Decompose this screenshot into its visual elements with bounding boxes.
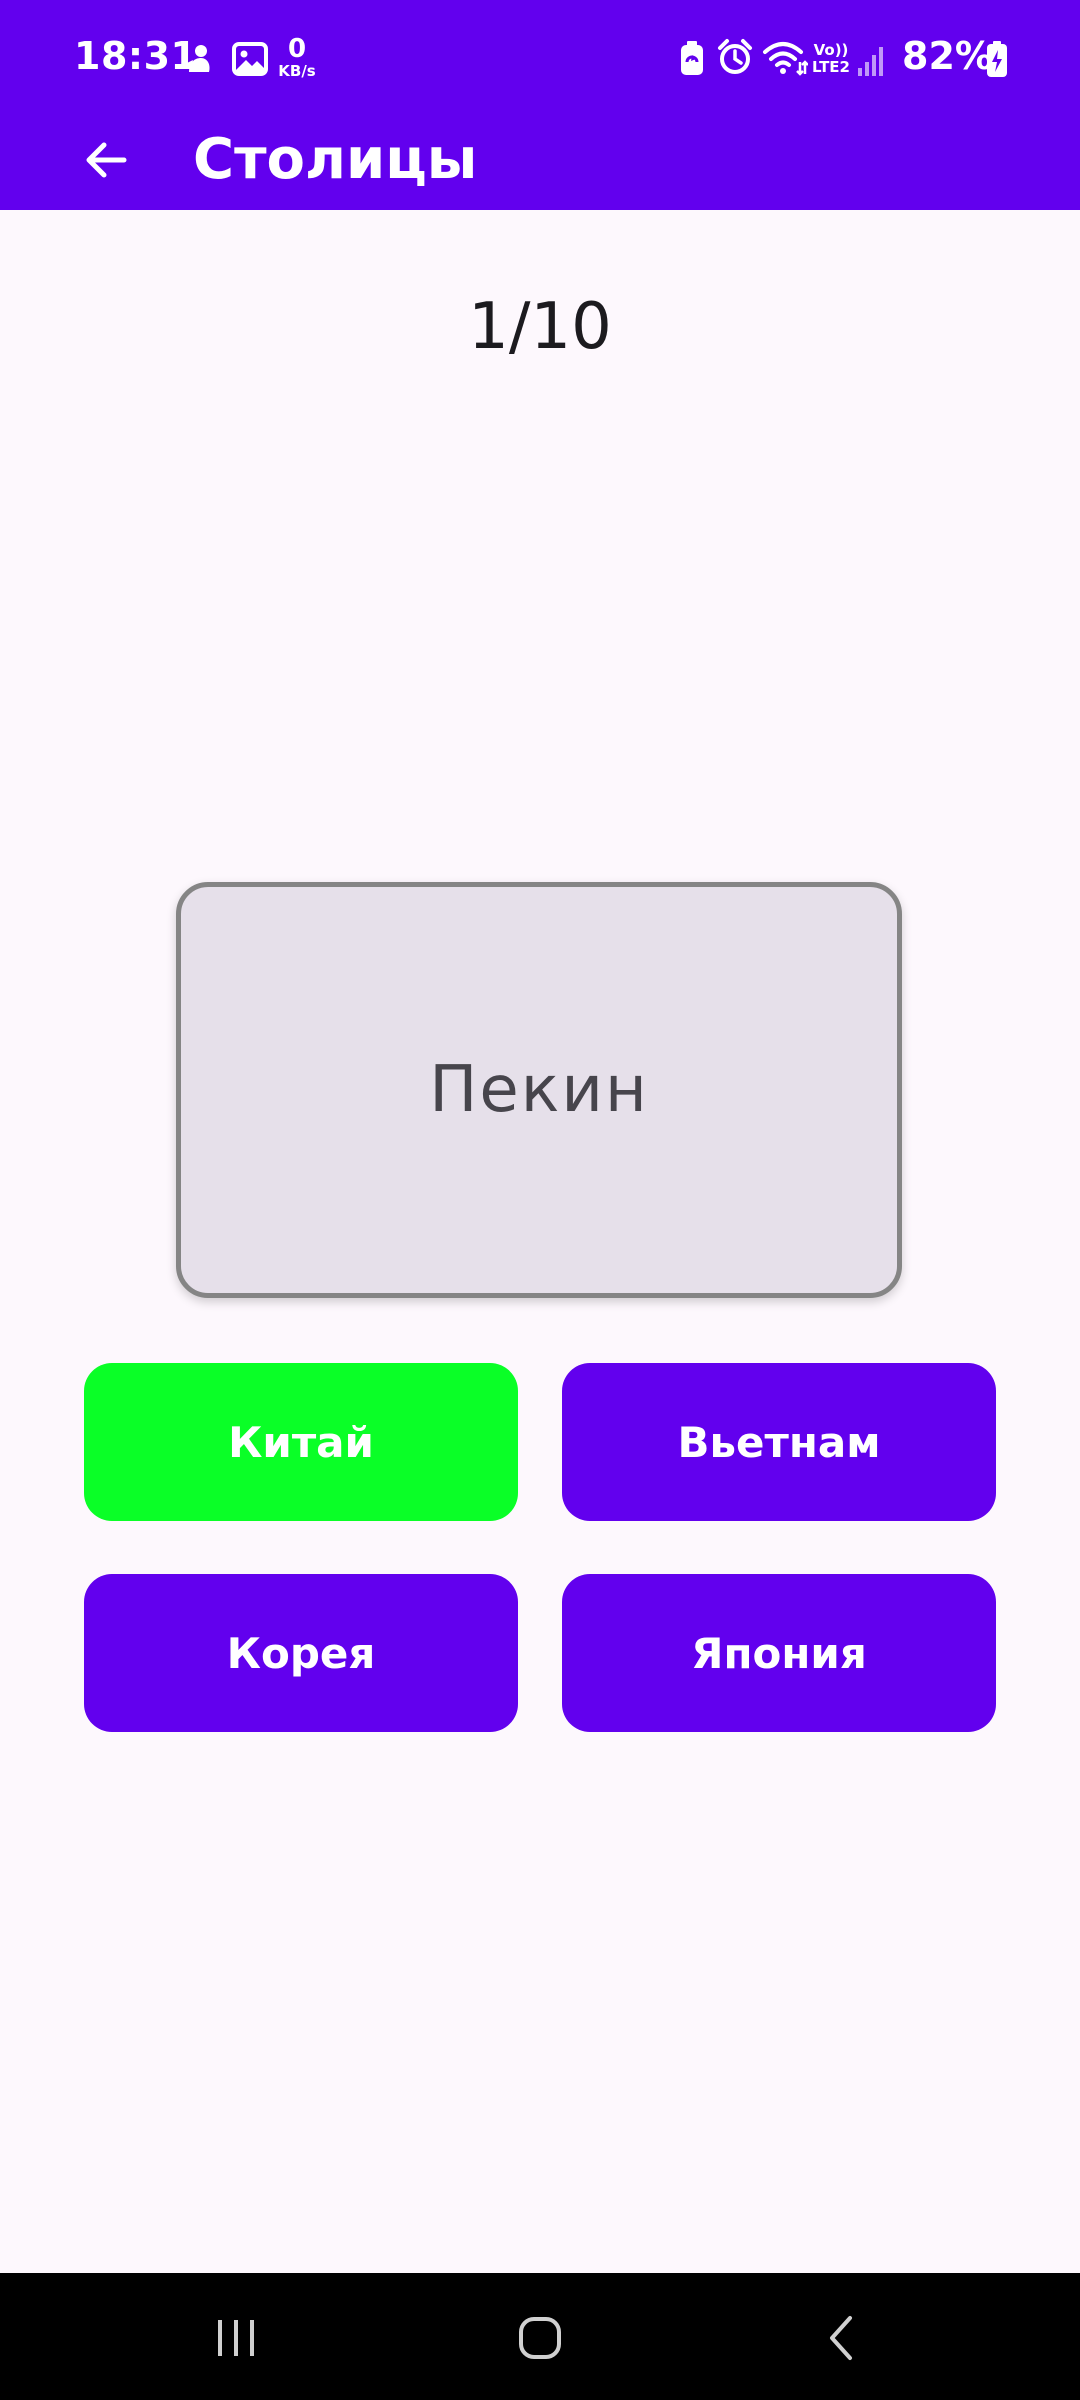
answer-label: Китай [228, 1417, 374, 1467]
question-card: Пекин [176, 882, 902, 1298]
answer-label: Вьетнам [677, 1417, 881, 1467]
alarm-icon [718, 39, 752, 74]
system-nav-bar [0, 2273, 1080, 2400]
quiz-screen: 18:31 0 KB/s Vo)) LTE2 82% Столицы 1/10 … [0, 0, 1080, 2400]
volte-bottom-label: LTE2 [812, 57, 850, 76]
nav-home-button[interactable] [500, 2303, 580, 2373]
question-word: Пекин [429, 1053, 649, 1127]
status-bar: 18:31 0 KB/s Vo)) LTE2 82% [0, 0, 1080, 118]
battery-saver-icon [681, 41, 703, 75]
volte-top-label: Vo)) [813, 41, 849, 59]
answer-button-1[interactable]: Китай [84, 1363, 518, 1521]
answer-button-4[interactable]: Япония [562, 1574, 996, 1732]
arrow-back-icon [86, 142, 127, 178]
page-title: Столицы [193, 127, 478, 192]
gallery-icon [232, 42, 268, 76]
volte-indicator: Vo)) LTE2 [809, 42, 853, 75]
network-speed: 0 KB/s [277, 36, 317, 79]
home-icon [519, 2317, 561, 2359]
notification-icon [185, 45, 210, 72]
network-speed-unit: KB/s [278, 62, 316, 80]
question-counter: 1/10 [468, 290, 612, 364]
nav-back-button[interactable] [802, 2303, 882, 2373]
battery-charging-icon [987, 41, 1007, 77]
wifi-icon [763, 42, 808, 76]
answer-button-2[interactable]: Вьетнам [562, 1363, 996, 1521]
back-icon [830, 2316, 852, 2360]
nav-recents-button[interactable] [196, 2303, 276, 2373]
back-button[interactable] [76, 130, 136, 190]
network-speed-value: 0 [287, 34, 307, 64]
battery-percent: 82% [902, 34, 993, 78]
signal-icon [858, 47, 883, 76]
status-time: 18:31 [74, 34, 198, 78]
app-bar: Столицы [0, 118, 1080, 210]
answer-button-3[interactable]: Корея [84, 1574, 518, 1732]
recents-icon [218, 2320, 254, 2356]
answer-label: Корея [226, 1628, 376, 1678]
answer-label: Япония [691, 1628, 867, 1678]
